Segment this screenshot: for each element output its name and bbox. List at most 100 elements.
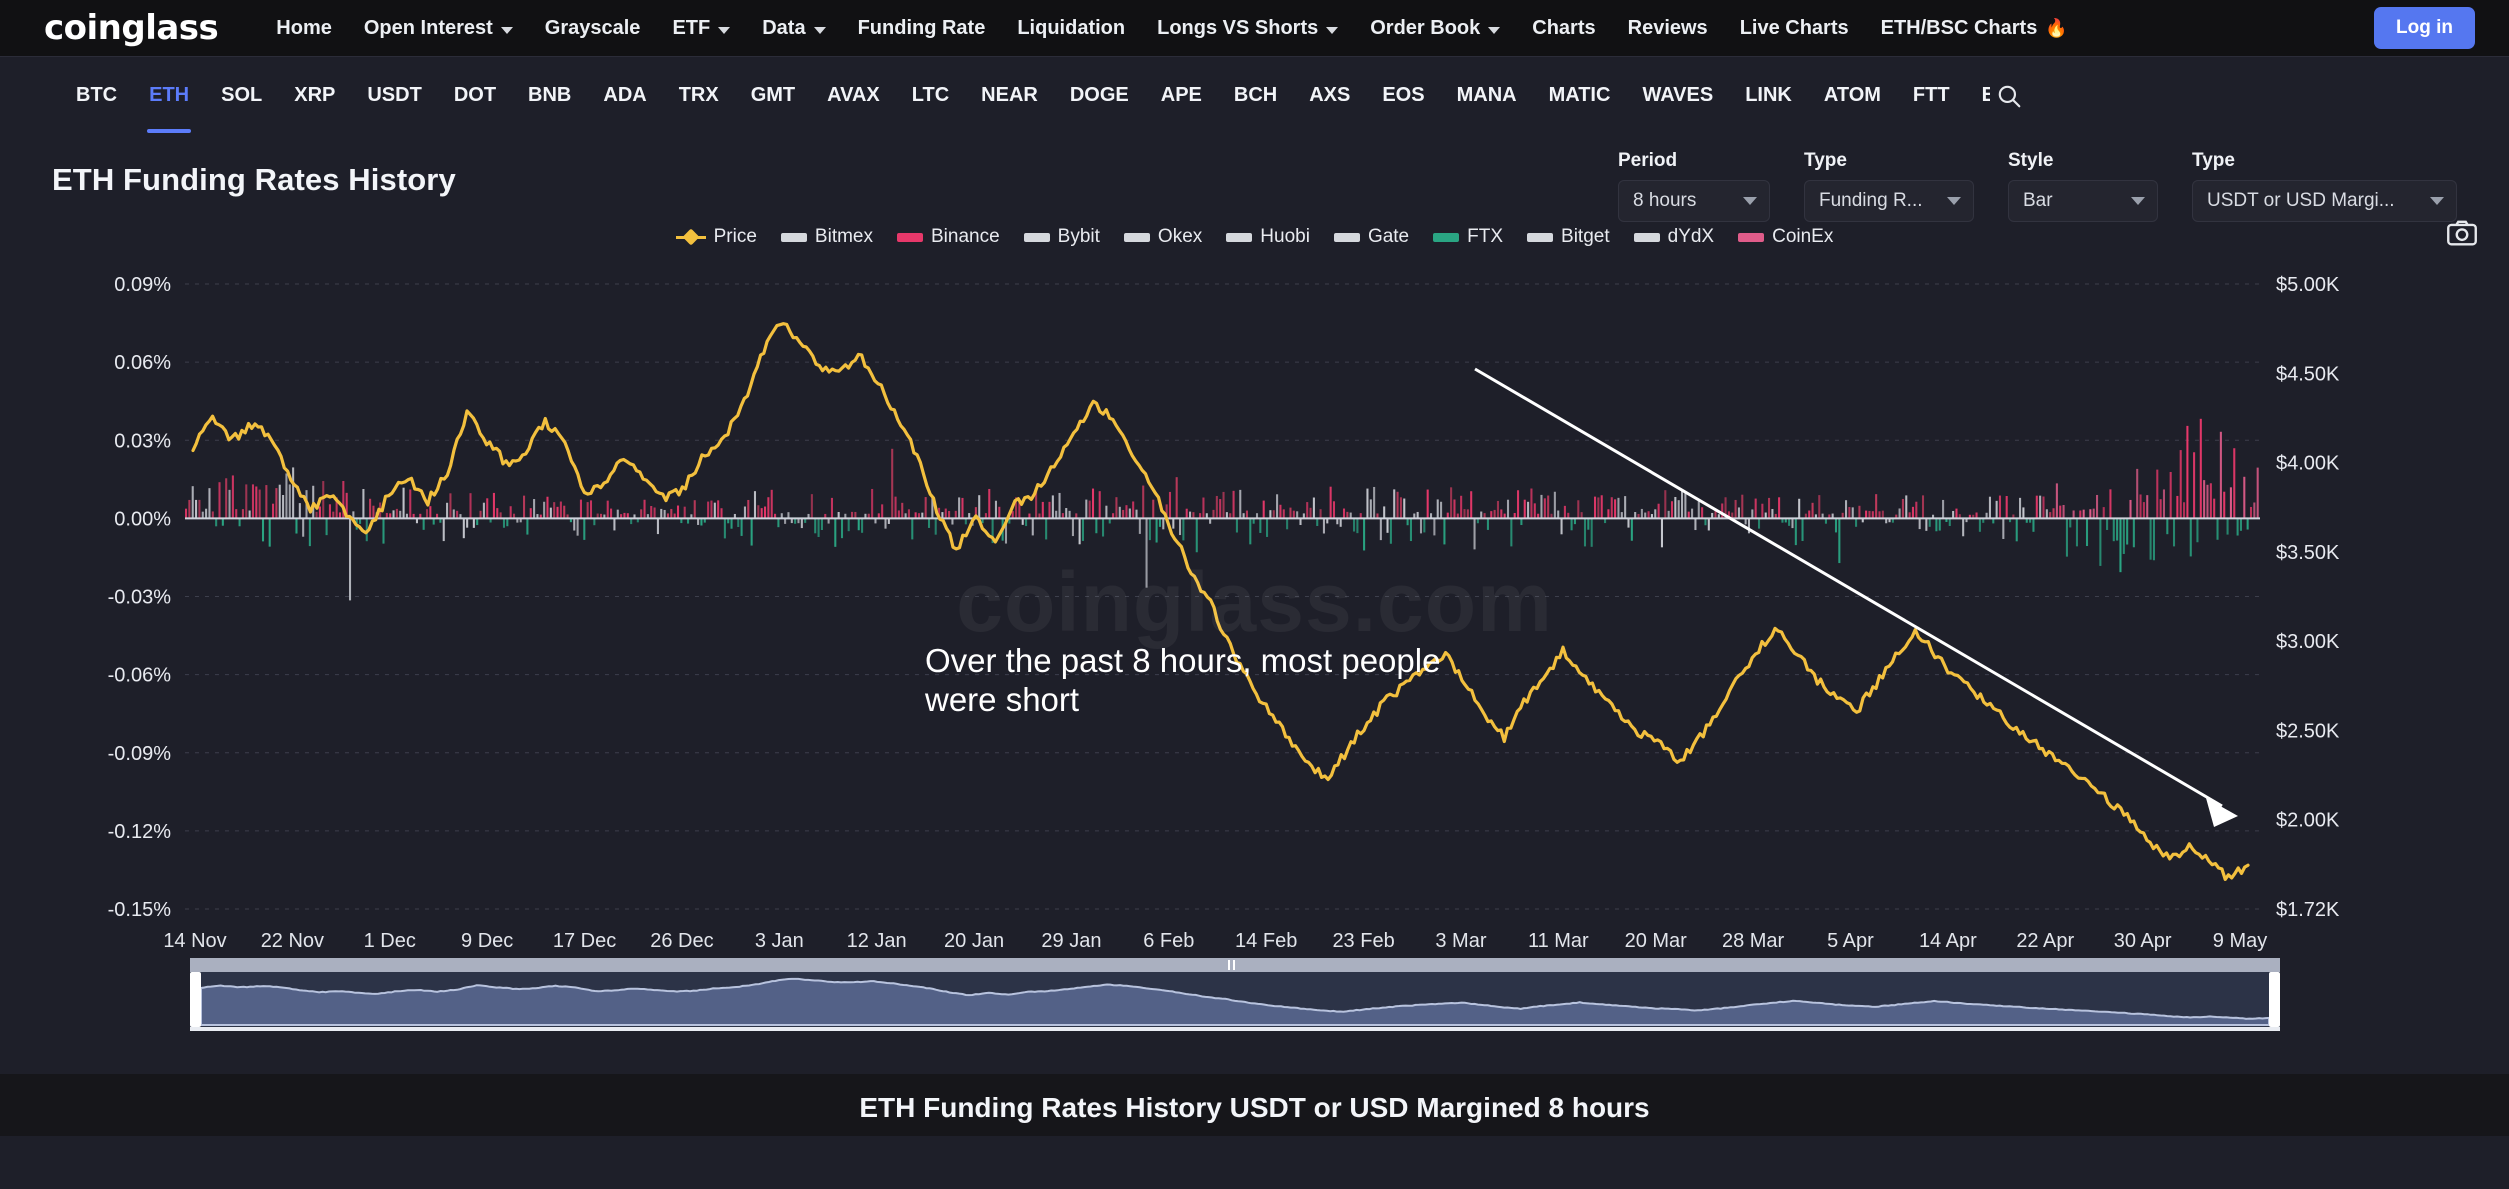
- nav-item-etf[interactable]: ETF: [656, 11, 746, 46]
- chevron-down-icon: [1326, 26, 1339, 34]
- legend-item-okex[interactable]: Okex: [1123, 226, 1202, 248]
- funding-rate-bar: [881, 504, 884, 519]
- nav-item-funding-rate[interactable]: Funding Rate: [842, 11, 1002, 46]
- funding-rate-bar: [399, 510, 402, 519]
- x-axis-label: 17 Dec: [553, 930, 616, 952]
- funding-rate-bars: [185, 418, 2259, 601]
- funding-rate-bar: [1162, 518, 1165, 530]
- period-select-value: 8 hours: [1633, 190, 1697, 211]
- coin-tab-bch[interactable]: BCH: [1218, 74, 1293, 117]
- coin-tab-btc[interactable]: BTC: [60, 74, 133, 117]
- metric-type-select[interactable]: Funding R...: [1804, 180, 1974, 222]
- coin-tab-doge[interactable]: DOGE: [1054, 74, 1145, 117]
- funding-rates-chart[interactable]: 0.09% 0.06% 0.03% 0.00% -0.03% -0.06% -0.09% -0…: [0, 254, 2509, 1074]
- nav-item-liquidation[interactable]: Liquidation: [1001, 11, 1141, 46]
- legend-item-bitget[interactable]: Bitget: [1527, 226, 1610, 248]
- coin-tab-axs[interactable]: AXS: [1293, 74, 1366, 117]
- funding-rate-bar: [2176, 495, 2179, 519]
- coin-tab-matic[interactable]: MATIC: [1533, 74, 1627, 117]
- nav-item-charts[interactable]: Charts: [1516, 11, 1611, 46]
- range-handle-left[interactable]: [190, 972, 201, 1027]
- funding-rate-bar: [1312, 497, 1315, 519]
- y-axis-left-label: -0.06%: [108, 665, 172, 687]
- nav-links: Home Open Interest Grayscale ETF Data Fu…: [260, 11, 2374, 46]
- legend-item-bybit[interactable]: Bybit: [1023, 226, 1100, 248]
- screenshot-button[interactable]: [2447, 220, 2477, 251]
- login-button[interactable]: Log in: [2374, 7, 2475, 49]
- legend-label: Bybit: [1057, 226, 1100, 247]
- margin-type-select[interactable]: USDT or USD Margi...: [2192, 180, 2457, 222]
- funding-rate-bar: [1135, 509, 1138, 519]
- range-slider[interactable]: [190, 958, 2280, 1031]
- coin-tab-link[interactable]: LINK: [1729, 74, 1808, 117]
- legend-label: dYdX: [1667, 226, 1715, 247]
- coin-tab-etc-truncated[interactable]: ET: [1966, 74, 1990, 117]
- brand-logo[interactable]: coinglass: [44, 8, 219, 48]
- coin-tab-ape[interactable]: APE: [1145, 74, 1218, 117]
- coin-tab-sol[interactable]: SOL: [205, 74, 278, 117]
- coin-tab-dot[interactable]: DOT: [438, 74, 512, 117]
- nav-item-label: Grayscale: [544, 16, 641, 39]
- coin-tab-ftt[interactable]: FTT: [1897, 74, 1966, 117]
- coin-tab-usdt[interactable]: USDT: [351, 74, 437, 117]
- funding-rate-bar: [298, 503, 301, 519]
- nav-item-reviews[interactable]: Reviews: [1612, 11, 1724, 46]
- coin-tab-eth[interactable]: ETH: [133, 74, 205, 133]
- coin-tab-trx[interactable]: TRX: [663, 74, 735, 117]
- coin-tab-bnb[interactable]: BNB: [512, 74, 587, 117]
- coin-tab-xrp[interactable]: XRP: [278, 74, 351, 117]
- funding-rate-bar: [1751, 509, 1754, 519]
- legend-item-bitmex[interactable]: Bitmex: [780, 226, 873, 248]
- coin-tab-eos[interactable]: EOS: [1366, 74, 1440, 117]
- nav-item-open-interest[interactable]: Open Interest: [348, 11, 529, 46]
- funding-rate-bar: [1684, 492, 1687, 519]
- funding-rate-bar: [1614, 499, 1617, 519]
- legend-item-coinex[interactable]: CoinEx: [1738, 226, 1833, 248]
- legend-item-dydx[interactable]: dYdX: [1633, 226, 1715, 248]
- chart-plot-area[interactable]: 0.09% 0.06% 0.03% 0.00% -0.03% -0.06% -0.09% -0…: [0, 254, 2509, 1074]
- nav-item-longs-vs-shorts[interactable]: Longs VS Shorts: [1141, 11, 1354, 46]
- funding-rate-bar: [1911, 506, 1915, 519]
- funding-rate-bar: [1865, 510, 1868, 519]
- style-select[interactable]: Bar: [2008, 180, 2158, 222]
- funding-rate-bar: [760, 508, 763, 519]
- coin-tab-gmt[interactable]: GMT: [735, 74, 811, 117]
- funding-rate-bar: [1523, 499, 1526, 519]
- nav-item-live-charts[interactable]: Live Charts: [1724, 11, 1865, 46]
- funding-rate-bar: [546, 496, 549, 519]
- nav-item-eth-bsc-charts[interactable]: ETH/BSC Charts 🔥: [1865, 11, 2084, 46]
- legend-item-price[interactable]: Price: [675, 226, 757, 248]
- legend-item-binance[interactable]: Binance: [897, 226, 1000, 248]
- funding-rate-bar: [810, 494, 813, 519]
- nav-item-data[interactable]: Data: [746, 11, 841, 46]
- coin-tab-avax[interactable]: AVAX: [811, 74, 896, 117]
- bar-swatch-icon: [1023, 232, 1050, 242]
- nav-item-order-book[interactable]: Order Book: [1354, 11, 1516, 46]
- coin-tab-ltc[interactable]: LTC: [896, 74, 965, 117]
- funding-rate-bar: [710, 500, 713, 519]
- funding-rate-bar: [1704, 518, 1707, 526]
- nav-item-home[interactable]: Home: [260, 11, 348, 46]
- period-select[interactable]: 8 hours: [1618, 180, 1770, 222]
- price-line-series: [191, 322, 2250, 881]
- coin-tab-ada[interactable]: ADA: [587, 74, 662, 117]
- coin-tab-near[interactable]: NEAR: [965, 74, 1054, 117]
- funding-rate-bar: [1356, 518, 1359, 534]
- range-handle-right[interactable]: [2269, 972, 2280, 1027]
- funding-rate-bar: [402, 487, 405, 519]
- legend-label: CoinEx: [1772, 226, 1834, 247]
- legend-item-ftx[interactable]: FTX: [1433, 226, 1503, 248]
- funding-rate-bar: [1707, 518, 1710, 531]
- funding-rate-bar: [988, 488, 991, 519]
- legend-item-gate[interactable]: Gate: [1333, 226, 1409, 248]
- funding-rate-bar: [857, 518, 860, 531]
- funding-rate-bar: [1068, 510, 1071, 519]
- coin-tab-atom[interactable]: ATOM: [1808, 74, 1897, 117]
- coin-tab-waves[interactable]: WAVES: [1626, 74, 1729, 117]
- coin-search-button[interactable]: [1996, 83, 2022, 109]
- funding-rate-bar: [1125, 505, 1128, 519]
- funding-rate-bar: [2019, 497, 2022, 519]
- legend-item-huobi[interactable]: Huobi: [1226, 226, 1310, 248]
- nav-item-grayscale[interactable]: Grayscale: [529, 11, 657, 46]
- coin-tab-mana[interactable]: MANA: [1441, 74, 1533, 117]
